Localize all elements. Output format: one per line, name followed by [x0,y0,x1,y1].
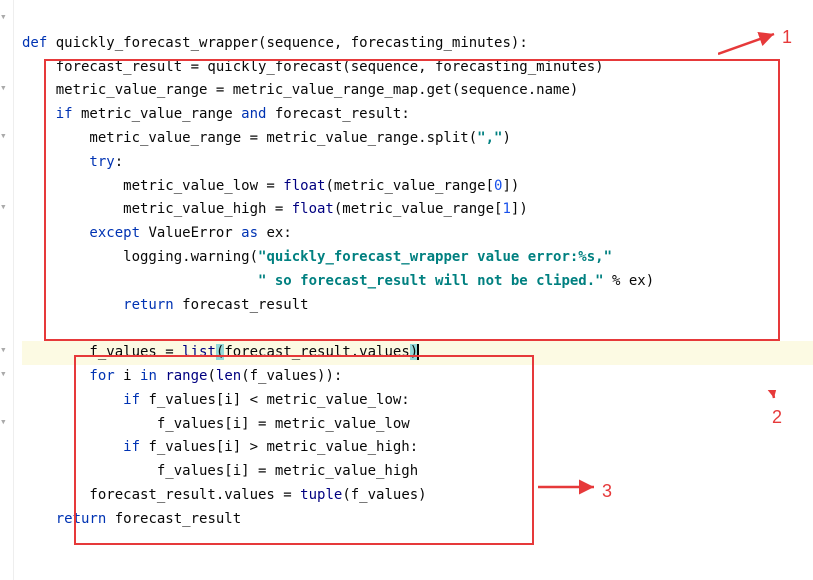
code-line: try: [22,154,123,170]
code-line: if f_values[i] > metric_value_high: [22,439,418,455]
code-line: forecast_result = quickly_forecast(seque… [22,59,604,75]
code-line: except ValueError as ex: [22,225,292,241]
code-editor-content[interactable]: def quickly_forecast_wrapper(sequence, f… [16,0,813,532]
code-line: metric_value_range = metric_value_range.… [22,130,511,146]
code-line: for i in range(len(f_values)): [22,368,342,384]
fold-marker: ▾ [0,127,13,151]
fold-marker: ▾ [0,341,13,365]
code-line: metric_value_high = float(metric_value_r… [22,201,528,217]
editor-gutter: ▾ ▾ ▾ ▾ ▾ ▾ ▾ [0,0,14,580]
code-line: f_values[i] = metric_value_low [22,416,410,432]
fold-marker: ▾ [0,8,13,32]
code-line: metric_value_low = float(metric_value_ra… [22,178,519,194]
code-line: return forecast_result [22,511,241,527]
code-line: if metric_value_range and forecast_resul… [22,106,410,122]
fold-marker: ▾ [0,365,13,389]
code-line-highlighted: f_values = list(forecast_result.values) [22,341,813,365]
text-cursor [417,344,419,360]
code-line: metric_value_range = metric_value_range_… [22,82,578,98]
code-line: f_values[i] = metric_value_high [22,463,418,479]
code-line: def quickly_forecast_wrapper(sequence, f… [22,35,528,51]
code-line: return forecast_result [22,297,309,313]
code-line: if f_values[i] < metric_value_low: [22,392,410,408]
fold-marker: ▾ [0,413,13,437]
code-line: forecast_result.values = tuple(f_values) [22,487,427,503]
code-line: " so forecast_result will not be cliped.… [22,273,654,289]
fold-marker: ▾ [0,79,13,103]
code-line: logging.warning("quickly_forecast_wrappe… [22,249,612,265]
fold-marker: ▾ [0,198,13,222]
